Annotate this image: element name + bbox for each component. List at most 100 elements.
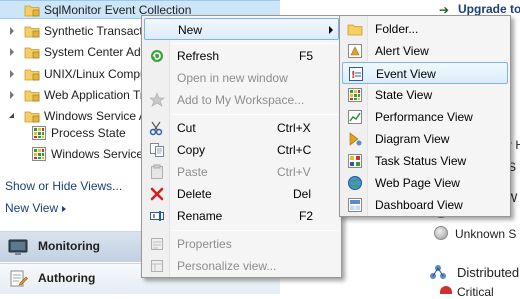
shortcut-label: F2 — [299, 209, 314, 223]
globe-icon — [347, 175, 363, 191]
menu-item-properties[interactable]: Properties — [144, 233, 339, 255]
new-view-label: New View — [5, 201, 59, 215]
menu-item-label: Diagram View — [375, 132, 450, 146]
monitoring-icon — [8, 238, 28, 256]
distributed-label: Distributed — [457, 265, 520, 280]
menu-item-open-in-new-window[interactable]: Open in new window — [144, 67, 339, 89]
chevron-right-icon — [62, 205, 67, 212]
folder-lock-icon — [24, 3, 40, 17]
personalize-icon — [149, 258, 165, 274]
menu-item-label: State View — [375, 88, 433, 102]
shortcut-label: Ctrl+X — [277, 121, 311, 135]
shortcut-label: Ctrl+V — [277, 165, 311, 179]
menu-item-web-page-view[interactable]: Web Page View — [342, 172, 508, 194]
properties-icon — [149, 236, 165, 252]
folder-icon — [347, 21, 363, 37]
menu-item-alert-view[interactable]: Alert View — [342, 40, 508, 62]
wunderbar-label: Authoring — [38, 271, 96, 285]
refresh-icon — [149, 48, 165, 64]
menu-item-label: Cut — [177, 121, 196, 135]
authoring-icon — [8, 270, 28, 288]
menu-item-label: Dashboard View — [375, 198, 463, 212]
tree-item-label: UNIX/Linux Comput — [44, 67, 151, 81]
menu-item-label: Web Page View — [375, 176, 460, 190]
menu-item-delete[interactable]: Delete Del — [144, 183, 339, 205]
menu-item-label: Refresh — [177, 49, 220, 63]
menu-separator — [173, 114, 338, 115]
show-hide-views-link[interactable]: Show or Hide Views... — [5, 179, 122, 193]
expand-arrow-icon[interactable] — [10, 48, 14, 56]
context-menu: New Refresh F5 Open in new window Add to… — [141, 15, 342, 278]
scissors-icon — [149, 120, 165, 136]
shortcut-label: F5 — [299, 49, 314, 63]
add-workspace-icon — [149, 92, 165, 108]
expand-arrow-icon[interactable] — [10, 91, 14, 99]
state-view-icon — [347, 87, 363, 103]
menu-separator — [173, 230, 338, 231]
menu-item-label: Performance View — [375, 110, 473, 124]
menu-item-label: Event View — [376, 67, 436, 81]
expand-arrow-icon[interactable] — [10, 27, 14, 35]
event-view-icon: ! — [348, 66, 364, 82]
menu-item-label: Alert View — [375, 44, 429, 58]
menu-item-cut[interactable]: Cut Ctrl+X — [144, 117, 339, 139]
menu-item-label: Rename — [177, 209, 223, 223]
menu-item-state-view[interactable]: State View — [342, 84, 508, 106]
delete-icon — [149, 186, 165, 202]
state-view-icon — [32, 147, 46, 161]
menu-item-label: Delete — [177, 187, 212, 201]
dashboard-view-icon — [347, 197, 363, 213]
distributed-app-icon — [430, 264, 446, 280]
menu-item-paste[interactable]: Paste Ctrl+V — [144, 161, 339, 183]
tree-item-label: Windows Service S — [51, 147, 155, 161]
wunderbar-label: Monitoring — [38, 239, 100, 253]
alert-view-icon — [347, 43, 363, 59]
menu-item-task-status-view[interactable]: Task Status View — [342, 150, 508, 172]
menu-item-folder[interactable]: Folder... — [342, 18, 508, 40]
task-status-view-icon — [347, 153, 363, 169]
menu-item-performance-view[interactable]: Performance View — [342, 106, 508, 128]
menu-separator — [173, 43, 338, 44]
new-view-link[interactable]: New View — [5, 201, 67, 215]
menu-item-diagram-view[interactable]: Diagram View — [342, 128, 508, 150]
menu-item-label: Open in new window — [177, 71, 288, 85]
critical-icon — [440, 286, 452, 294]
tree-item-label: Process State — [51, 126, 126, 140]
paste-icon — [149, 164, 165, 180]
menu-item-event-view[interactable]: ! Event View — [342, 62, 508, 84]
shortcut-label: Ctrl+C — [277, 143, 312, 157]
folder-lock-icon — [24, 88, 40, 102]
menu-item-add-to-my-workspace[interactable]: Add to My Workspace... — [144, 89, 339, 111]
collapse-arrow-icon[interactable] — [9, 113, 14, 118]
rename-icon — [149, 208, 165, 224]
svg-text:!: ! — [351, 70, 356, 81]
menu-item-new[interactable]: New — [144, 18, 339, 40]
shortcut-label: Del — [293, 187, 312, 201]
menu-item-label: New — [178, 23, 203, 37]
menu-item-personalize-view[interactable]: Personalize view... — [144, 255, 339, 277]
tree-item-label: System Center Advis — [44, 45, 156, 59]
folder-lock-icon — [24, 45, 40, 59]
menu-item-rename[interactable]: Rename F2 — [144, 205, 339, 227]
new-submenu: Folder... Alert View ! Event View State … — [339, 15, 511, 217]
menu-item-label: Add to My Workspace... — [177, 93, 305, 107]
upgrade-link[interactable]: Upgrade to — [458, 2, 520, 16]
expand-arrow-icon[interactable] — [10, 70, 14, 78]
unknown-state-icon — [434, 226, 448, 240]
diagram-view-icon — [347, 131, 363, 147]
menu-item-refresh[interactable]: Refresh F5 — [144, 45, 339, 67]
submenu-arrow-icon — [329, 26, 333, 34]
folder-lock-icon — [24, 67, 40, 81]
menu-item-copy[interactable]: Copy Ctrl+C — [144, 139, 339, 161]
tree-item-label: Windows Service An — [44, 109, 154, 123]
menu-item-label: Folder... — [375, 22, 419, 36]
menu-item-label: Paste — [177, 165, 208, 179]
copy-icon — [149, 142, 165, 158]
state-view-icon — [32, 126, 46, 140]
menu-item-dashboard-view[interactable]: Dashboard View — [342, 194, 508, 216]
menu-item-label: Personalize view... — [177, 259, 277, 273]
performance-view-icon — [347, 109, 363, 125]
menu-item-label: Task Status View — [375, 154, 467, 168]
critical-label: Critical — [457, 285, 494, 299]
menu-item-label: Properties — [177, 237, 232, 251]
